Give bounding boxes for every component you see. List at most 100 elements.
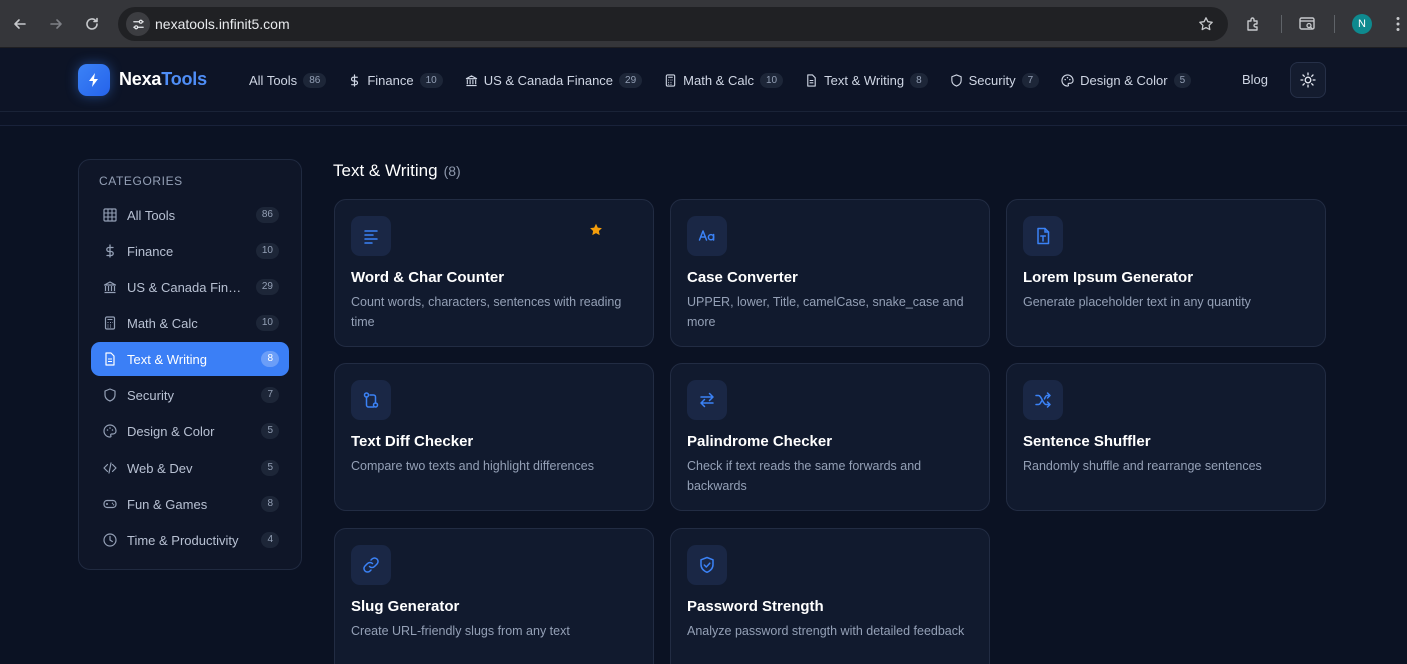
count-badge: 5 xyxy=(1173,72,1192,88)
calculator-icon xyxy=(665,73,676,87)
sidebar-item-label: Security xyxy=(127,388,174,403)
count-badge: 86 xyxy=(303,72,327,88)
sidebar-item-math-calc[interactable]: Math & Calc 10 xyxy=(91,306,289,340)
card-icon-box xyxy=(687,380,727,420)
logo-text[interactable]: NexaTools xyxy=(119,69,207,90)
tool-card-case-converter[interactable]: Case Converter UPPER, lower, Title, came… xyxy=(670,199,990,347)
count-badge: 10 xyxy=(255,243,279,259)
card-icon-box xyxy=(1023,380,1063,420)
top-nav-design-color[interactable]: Design & Color 5 xyxy=(1061,72,1192,88)
dollar-icon xyxy=(106,244,114,258)
address-bar[interactable]: nexatools.infinit5.com xyxy=(118,7,1228,41)
tool-card-text-diff-checker[interactable]: Text Diff Checker Compare two texts and … xyxy=(334,363,654,511)
count-badge: 8 xyxy=(910,72,928,88)
link-icon xyxy=(363,557,379,573)
top-nav-label: Text & Writing xyxy=(824,72,905,88)
sidebar-item-text-writing[interactable]: Text & Writing 8 xyxy=(91,342,289,376)
blog-link[interactable]: Blog xyxy=(1242,72,1268,87)
tool-card-password-strength[interactable]: Password Strength Analyze password stren… xyxy=(670,528,990,664)
card-description: Analyze password strength with detailed … xyxy=(687,624,965,638)
palette-icon xyxy=(1061,73,1074,87)
top-nav-label: US & Canada Finance xyxy=(483,72,614,88)
card-title: Slug Generator xyxy=(351,598,460,615)
logo-text-part2: Tools xyxy=(161,69,207,89)
sidebar-item-design-color[interactable]: Design & Color 5 xyxy=(91,414,289,448)
top-nav: All Tools 86 Finance 10 US & Canada Fina… xyxy=(249,68,1201,92)
bank-icon xyxy=(103,281,117,294)
top-nav-label: Security xyxy=(968,72,1016,88)
count-badge: 29 xyxy=(619,72,643,88)
forward-button[interactable] xyxy=(44,12,68,36)
card-icon-box xyxy=(351,216,391,256)
logo-mark[interactable] xyxy=(78,64,110,96)
count-badge: 86 xyxy=(255,207,279,223)
sidebar-item-time-productivity[interactable]: Time & Productivity 4 xyxy=(91,523,289,557)
tune-icon xyxy=(132,19,144,29)
card-description: UPPER, lower, Title, camelCase, snake_ca… xyxy=(687,295,964,329)
tool-card-sentence-shuffler[interactable]: Sentence Shuffler Randomly shuffle and r… xyxy=(1006,363,1326,511)
top-nav-text-writing[interactable]: Text & Writing 8 xyxy=(805,72,928,88)
card-description: Check if text reads the same forwards an… xyxy=(687,459,922,493)
count-badge: 10 xyxy=(419,72,443,88)
sidebar-item-label: Finance xyxy=(127,244,174,259)
site-header: NexaTools All Tools 86 Finance 10 US & C… xyxy=(0,48,1407,112)
top-nav-label: Finance xyxy=(367,72,414,88)
tool-card-palindrome-checker[interactable]: Palindrome Checker Check if text reads t… xyxy=(670,363,990,511)
top-nav-finance[interactable]: Finance 10 xyxy=(348,72,443,88)
tool-card-lorem-ipsum-generator[interactable]: Lorem Ipsum Generator Generate placehold… xyxy=(1006,199,1326,347)
document-icon xyxy=(807,73,816,87)
bookmark-star-icon[interactable] xyxy=(1198,16,1214,32)
card-title: Lorem Ipsum Generator xyxy=(1023,269,1194,286)
back-button[interactable] xyxy=(8,12,32,36)
code-icon xyxy=(103,462,117,474)
card-description: Randomly shuffle and rearrange sentences xyxy=(1023,459,1262,473)
diff-icon xyxy=(363,392,379,408)
top-nav-math-calc[interactable]: Math & Calc 10 xyxy=(664,72,784,88)
card-description: Compare two texts and highlight differen… xyxy=(351,459,594,473)
sidebar-item-security[interactable]: Security 7 xyxy=(91,378,289,412)
top-nav-security[interactable]: Security 7 xyxy=(950,72,1040,88)
card-description: Create URL-friendly slugs from any text xyxy=(351,624,570,638)
sidebar-item-all-tools[interactable]: All Tools 86 xyxy=(91,198,289,232)
tool-card-word-char-counter[interactable]: Word & Char Counter Count words, charact… xyxy=(334,199,654,347)
top-nav-label: Math & Calc xyxy=(683,72,754,88)
logo-text-part1: Nexa xyxy=(119,69,162,89)
card-title: Case Converter xyxy=(687,269,798,286)
top-nav-label: All Tools xyxy=(249,72,298,88)
card-description: Count words, characters, sentences with … xyxy=(351,295,622,329)
sidebar-item-label: Math & Calc xyxy=(127,316,198,331)
arrow-left-icon xyxy=(14,19,26,29)
kebab-menu-icon[interactable] xyxy=(1389,15,1407,33)
theme-toggle-button[interactable] xyxy=(1290,62,1326,98)
extensions-icon[interactable] xyxy=(1245,15,1263,33)
sidebar-item-label: Design & Color xyxy=(127,424,215,439)
sidebar-item-fun-games[interactable]: Fun & Games 8 xyxy=(91,487,289,521)
tab-search-icon[interactable] xyxy=(1298,15,1316,33)
file-text-icon xyxy=(1037,227,1050,245)
sidebar-item-label: Web & Dev xyxy=(127,461,193,476)
toolbar-divider xyxy=(1334,15,1335,33)
sidebar-heading: CATEGORIES xyxy=(99,174,183,188)
count-badge: 29 xyxy=(255,279,279,295)
top-nav-us-canada-finance[interactable]: US & Canada Finance 29 xyxy=(465,72,643,88)
bank-icon xyxy=(465,74,477,86)
url-text[interactable]: nexatools.infinit5.com xyxy=(155,16,290,32)
categories-sidebar: CATEGORIES All Tools 86 Finance 10 US & … xyxy=(78,159,302,570)
top-nav-all-tools[interactable]: All Tools 86 xyxy=(249,72,327,88)
card-icon-box xyxy=(1023,216,1063,256)
reload-button[interactable] xyxy=(80,12,104,36)
sidebar-item-us-canada-finance[interactable]: US & Canada Finance 29 xyxy=(91,270,289,304)
calculator-icon xyxy=(104,316,116,330)
top-nav-label: Design & Color xyxy=(1080,72,1168,88)
shield-check-icon xyxy=(700,556,714,574)
sidebar-item-web-dev[interactable]: Web & Dev 5 xyxy=(91,451,289,485)
count-badge: 5 xyxy=(261,460,279,476)
profile-avatar[interactable]: N xyxy=(1352,14,1372,34)
card-icon-box xyxy=(351,380,391,420)
card-icon-box xyxy=(687,545,727,585)
favorite-star-icon[interactable] xyxy=(589,223,603,237)
tool-card-slug-generator[interactable]: Slug Generator Create URL-friendly slugs… xyxy=(334,528,654,664)
sidebar-item-finance[interactable]: Finance 10 xyxy=(91,234,289,268)
shield-icon xyxy=(104,388,116,402)
site-info-button[interactable] xyxy=(126,12,150,36)
